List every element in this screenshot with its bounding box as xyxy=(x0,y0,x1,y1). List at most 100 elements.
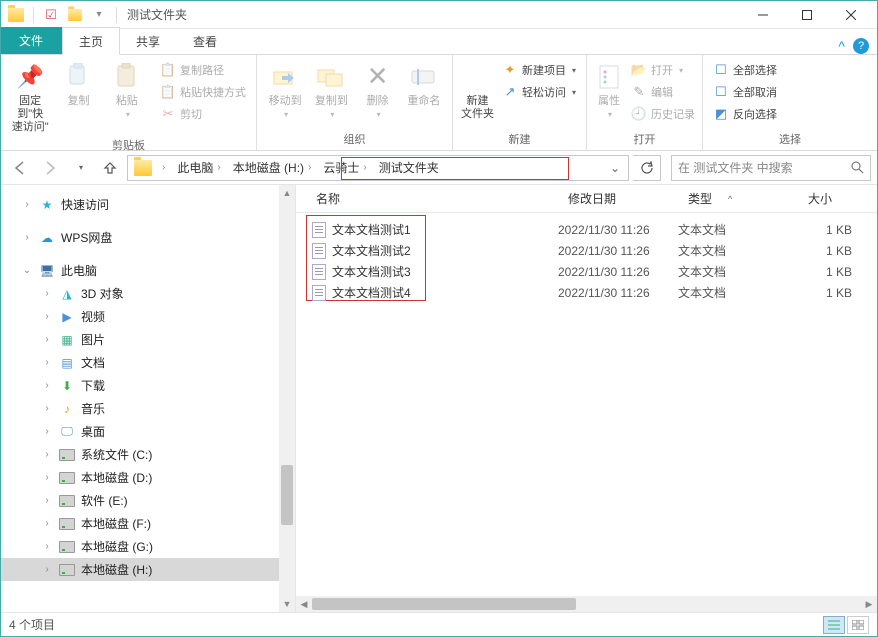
history-icon: 🕘 xyxy=(631,106,647,122)
minimize-button[interactable] xyxy=(741,2,785,28)
breadcrumb-root[interactable]: 此电脑› xyxy=(171,156,226,180)
copy-to-icon xyxy=(315,61,347,93)
arrow-up-icon xyxy=(102,160,118,176)
tree-item[interactable]: ›系统文件 (C:) xyxy=(1,443,295,466)
new-folder-button[interactable]: 新建 文件夹 xyxy=(459,59,496,121)
edit-button[interactable]: ✎ 编辑 xyxy=(627,81,699,103)
rename-button[interactable]: 重命名 xyxy=(402,59,446,108)
delete-button[interactable]: ✕ 删除▾ xyxy=(356,59,400,120)
search-input[interactable]: 在 测试文件夹 中搜索 xyxy=(671,155,871,181)
drive-icon xyxy=(59,516,75,532)
cut-button[interactable]: ✂ 剪切 xyxy=(156,103,250,125)
properties-button[interactable]: 属性▾ xyxy=(593,59,625,120)
qat-properties-icon[interactable]: ☑ xyxy=(40,4,62,26)
ribbon: 📌 固定到"快 速访问" 复制 粘贴 ▾ 📋 复制路径 xyxy=(1,55,877,151)
select-none-button[interactable]: ☐ 全部取消 xyxy=(709,81,781,103)
tree-item[interactable]: ›⬇下载 xyxy=(1,374,295,397)
file-row[interactable]: 文本文档测试32022/11/30 11:26文本文档1 KB xyxy=(296,261,877,282)
tab-home[interactable]: 主页 xyxy=(62,27,120,55)
status-count: 4 个项目 xyxy=(9,616,55,633)
tree-item[interactable]: ›软件 (E:) xyxy=(1,489,295,512)
col-date[interactable]: 修改日期 xyxy=(558,190,678,207)
window-title: 测试文件夹 xyxy=(127,6,187,23)
copy-path-icon: 📋 xyxy=(160,62,176,78)
status-bar: 4 个项目 xyxy=(1,612,877,636)
tree-this-pc[interactable]: ⌄ 🖥 此电脑 xyxy=(1,259,295,282)
search-icon[interactable] xyxy=(851,161,864,174)
tree-item[interactable]: ›🖵桌面 xyxy=(1,420,295,443)
qat-folder-icon[interactable] xyxy=(5,4,27,26)
easy-access-button[interactable]: ↗ 轻松访问▾ xyxy=(498,81,580,103)
paste-shortcut-button[interactable]: 📋 粘贴快捷方式 xyxy=(156,81,250,103)
nav-forward-button[interactable] xyxy=(37,155,63,181)
horizontal-scrollbar[interactable]: ◀ ▶ xyxy=(296,596,877,612)
maximize-button[interactable] xyxy=(785,2,829,28)
col-type[interactable]: 类型 xyxy=(678,190,798,207)
scroll-right-icon[interactable]: ▶ xyxy=(861,599,877,610)
select-all-button[interactable]: ☐ 全部选择 xyxy=(709,59,781,81)
col-name[interactable]: 名称 ^ xyxy=(296,190,558,207)
close-button[interactable] xyxy=(829,2,873,28)
tree-item[interactable]: ›▦图片 xyxy=(1,328,295,351)
tab-file[interactable]: 文件 xyxy=(1,27,62,54)
ribbon-collapse-icon[interactable]: ^ xyxy=(838,38,845,54)
image-icon: ▦ xyxy=(59,332,75,348)
main-area: › ★ 快速访问 › ☁ WPS网盘 ⌄ 🖥 此电脑 ›◮3D 对象›▶视频›▦… xyxy=(1,185,877,612)
select-none-icon: ☐ xyxy=(713,84,729,100)
copy-to-button[interactable]: 复制到▾ xyxy=(309,59,353,120)
text-doc-icon xyxy=(312,264,326,280)
tree-item[interactable]: ›▶视频 xyxy=(1,305,295,328)
desktop-icon: 🖵 xyxy=(59,424,75,440)
breadcrumb-sep[interactable]: › xyxy=(156,156,171,180)
refresh-icon xyxy=(640,161,654,175)
breadcrumb-part-0[interactable]: 本地磁盘 (H:)› xyxy=(227,156,318,180)
tree-item[interactable]: ›◮3D 对象 xyxy=(1,282,295,305)
hscroll-thumb[interactable] xyxy=(312,598,576,610)
scroll-left-icon[interactable]: ◀ xyxy=(296,599,312,610)
file-row[interactable]: 文本文档测试12022/11/30 11:26文本文档1 KB xyxy=(296,219,877,240)
copy-path-button[interactable]: 📋 复制路径 xyxy=(156,59,250,81)
tree-scrollbar[interactable]: ▲ ▼ xyxy=(279,185,295,612)
move-to-button[interactable]: 移动到▾ xyxy=(263,59,307,120)
nav-up-button[interactable] xyxy=(97,155,123,181)
tree-item[interactable]: ›本地磁盘 (F:) xyxy=(1,512,295,535)
scroll-thumb[interactable] xyxy=(281,465,293,525)
pin-to-quick-access-button[interactable]: 📌 固定到"快 速访问" xyxy=(7,59,53,135)
open-button[interactable]: 📂 打开▾ xyxy=(627,59,699,81)
file-row[interactable]: 文本文档测试42022/11/30 11:26文本文档1 KB xyxy=(296,282,877,303)
col-size[interactable]: 大小 xyxy=(798,190,858,207)
breadcrumb-part-2[interactable]: 测试文件夹 xyxy=(373,156,445,180)
tab-view[interactable]: 查看 xyxy=(177,28,234,54)
tree-item[interactable]: ›♪音乐 xyxy=(1,397,295,420)
qat-customize-icon[interactable]: ▾ xyxy=(88,4,110,26)
file-row[interactable]: 文本文档测试22022/11/30 11:26文本文档1 KB xyxy=(296,240,877,261)
invert-selection-button[interactable]: ◩ 反向选择 xyxy=(709,103,781,125)
cloud-icon: ☁ xyxy=(39,230,55,246)
tree-wps[interactable]: › ☁ WPS网盘 xyxy=(1,226,295,249)
scroll-down-icon[interactable]: ▼ xyxy=(279,596,295,612)
nav-recent-button[interactable]: ▾ xyxy=(67,155,93,181)
tab-share[interactable]: 共享 xyxy=(120,28,177,54)
qat-new-folder-icon[interactable] xyxy=(64,4,86,26)
copy-icon xyxy=(62,61,94,93)
view-icons-button[interactable] xyxy=(847,616,869,634)
tree-item[interactable]: ›本地磁盘 (G:) xyxy=(1,535,295,558)
address-dropdown-icon[interactable]: ⌄ xyxy=(604,161,626,175)
scroll-up-icon[interactable]: ▲ xyxy=(279,185,295,201)
tree-item[interactable]: ›本地磁盘 (D:) xyxy=(1,466,295,489)
tree-item[interactable]: ›▤文档 xyxy=(1,351,295,374)
new-item-button[interactable]: ✦ 新建项目▾ xyxy=(498,59,580,81)
tree-item[interactable]: ›本地磁盘 (H:) xyxy=(1,558,295,581)
history-button[interactable]: 🕘 历史记录 xyxy=(627,103,699,125)
nav-back-button[interactable] xyxy=(7,155,33,181)
music-icon: ♪ xyxy=(59,401,75,417)
cut-icon: ✂ xyxy=(160,106,176,122)
refresh-button[interactable] xyxy=(633,155,661,181)
paste-button[interactable]: 粘贴 ▾ xyxy=(104,59,150,120)
view-details-button[interactable] xyxy=(823,616,845,634)
address-bar[interactable]: › 此电脑› 本地磁盘 (H:)› 云骑士› 测试文件夹 ⌄ xyxy=(127,155,629,181)
help-icon[interactable]: ? xyxy=(853,38,869,54)
copy-button[interactable]: 复制 xyxy=(55,59,101,108)
breadcrumb-part-1[interactable]: 云骑士› xyxy=(317,156,372,180)
tree-quick-access[interactable]: › ★ 快速访问 xyxy=(1,193,295,216)
